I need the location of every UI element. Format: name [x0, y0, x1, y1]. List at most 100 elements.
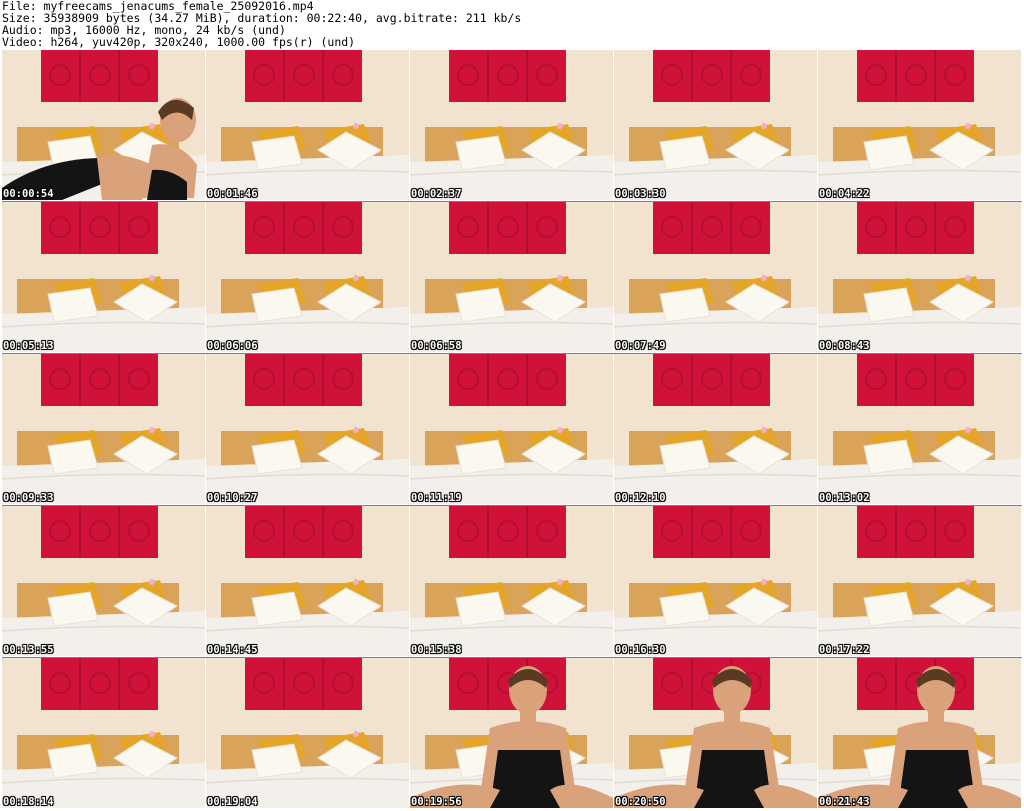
wall-art [41, 506, 158, 558]
thumbnail-frame [614, 202, 817, 352]
row-separator [2, 505, 1022, 506]
wall-art [653, 658, 770, 710]
video-thumbnail: 00:16:30 [614, 506, 817, 656]
wall-art [449, 658, 566, 710]
thumbnail-timestamp: 00:19:56 [411, 796, 462, 808]
video-thumbnail: 00:01:46 [206, 50, 409, 200]
wall-art [653, 354, 770, 406]
thumbnail-frame [206, 506, 409, 656]
video-thumbnail: 00:17:22 [818, 506, 1021, 656]
thumbnail-frame [410, 354, 613, 504]
video-thumbnail: 00:02:37 [410, 50, 613, 200]
video-thumbnail: 00:04:22 [818, 50, 1021, 200]
video-thumbnail: 00:21:43 [818, 658, 1021, 808]
file-info-header: File: myfreecams_jenacums_female_2509201… [0, 0, 1024, 48]
pillow-white-left [659, 287, 711, 323]
pillow-white-left [251, 591, 303, 627]
video-thumbnail: 00:13:02 [818, 354, 1021, 504]
wall-art [41, 202, 158, 254]
thumbnail-timestamp: 00:19:04 [207, 796, 258, 808]
thumbnail-frame [818, 50, 1021, 200]
wall-art [245, 202, 362, 254]
thumbnail-frame [614, 354, 817, 504]
wall-art [245, 658, 362, 710]
pillow-white-left [47, 287, 99, 323]
thumbnail-frame [206, 50, 409, 200]
thumbnail-timestamp: 00:00:54 [3, 188, 54, 200]
video-thumbnail: 00:18:14 [2, 658, 205, 808]
thumbnail-timestamp: 00:06:06 [207, 340, 258, 352]
thumbnail-timestamp: 00:11:19 [411, 492, 462, 504]
row-separator [2, 353, 1022, 354]
thumbnail-frame [206, 354, 409, 504]
thumbnail-frame [2, 506, 205, 656]
thumbnail-timestamp: 00:15:38 [411, 644, 462, 656]
thumbnail-timestamp: 00:20:50 [615, 796, 666, 808]
video-thumbnail: 00:00:54 [2, 50, 205, 200]
thumbnail-frame [614, 506, 817, 656]
wall-art [41, 50, 158, 102]
wall-art [449, 202, 566, 254]
thumbnail-timestamp: 00:05:13 [3, 340, 54, 352]
thumbnail-frame [818, 506, 1021, 656]
thumbnail-frame [206, 202, 409, 352]
thumbnail-timestamp: 00:02:37 [411, 188, 462, 200]
thumbnail-timestamp: 00:12:10 [615, 492, 666, 504]
video-thumbnail: 00:06:58 [410, 202, 613, 352]
wall-art [857, 658, 974, 710]
thumbnail-timestamp: 00:13:02 [819, 492, 870, 504]
pillow-white-left [659, 135, 711, 171]
video-thumbnail: 00:19:56 [410, 658, 613, 808]
video-thumbnail: 00:20:50 [614, 658, 817, 808]
wall-art [653, 50, 770, 102]
thumbnail-timestamp: 00:06:58 [411, 340, 462, 352]
wall-art [245, 354, 362, 406]
pillow-white-left [455, 591, 507, 627]
video-thumbnail: 00:11:19 [410, 354, 613, 504]
wall-art [653, 202, 770, 254]
thumbnail-frame [2, 202, 205, 352]
wall-art [449, 50, 566, 102]
video-thumbnail: 00:05:13 [2, 202, 205, 352]
pillow-white-left [659, 591, 711, 627]
wall-art [857, 50, 974, 102]
video-thumbnail: 00:08:43 [818, 202, 1021, 352]
thumbnail-timestamp: 00:17:22 [819, 644, 870, 656]
pillow-white-left [863, 439, 915, 475]
thumbnail-frame [818, 202, 1021, 352]
wall-art [857, 354, 974, 406]
video-thumbnail: 00:03:30 [614, 50, 817, 200]
video-thumbnail: 00:14:45 [206, 506, 409, 656]
row-separator [2, 201, 1022, 202]
video-thumbnail: 00:12:10 [614, 354, 817, 504]
pillow-white-left [863, 591, 915, 627]
video-thumbnail: 00:07:49 [614, 202, 817, 352]
wall-art [449, 506, 566, 558]
video-thumbnail: 00:09:33 [2, 354, 205, 504]
thumbnail-timestamp: 00:01:46 [207, 188, 258, 200]
thumbnail-timestamp: 00:13:55 [3, 644, 54, 656]
thumbnail-timestamp: 00:03:30 [615, 188, 666, 200]
thumbnail-timestamp: 00:07:49 [615, 340, 666, 352]
thumbnail-grid: 00:00:54 00:01:46 00:02:37 00:03:30 00:0… [2, 50, 1022, 811]
pillow-white-left [47, 743, 99, 779]
thumbnail-timestamp: 00:04:22 [819, 188, 870, 200]
thumbnail-timestamp: 00:08:43 [819, 340, 870, 352]
pillow-white-left [455, 135, 507, 171]
thumbnail-frame [614, 50, 817, 200]
video-thumbnail: 00:19:04 [206, 658, 409, 808]
wall-art [653, 506, 770, 558]
thumbnail-timestamp: 00:21:43 [819, 796, 870, 808]
video-thumbnail: 00:15:38 [410, 506, 613, 656]
thumbnail-frame [410, 50, 613, 200]
thumbnail-frame [2, 354, 205, 504]
pillow-white-left [251, 743, 303, 779]
thumbnail-timestamp: 00:14:45 [207, 644, 258, 656]
video-info-line: Video: h264, yuv420p, 320x240, 1000.00 f… [2, 35, 356, 49]
pillow-white-left [455, 439, 507, 475]
video-thumbnail: 00:06:06 [206, 202, 409, 352]
thumbnail-frame [2, 50, 205, 200]
row-separator [2, 657, 1022, 658]
video-thumbnail: 00:10:27 [206, 354, 409, 504]
thumbnail-frame [410, 202, 613, 352]
